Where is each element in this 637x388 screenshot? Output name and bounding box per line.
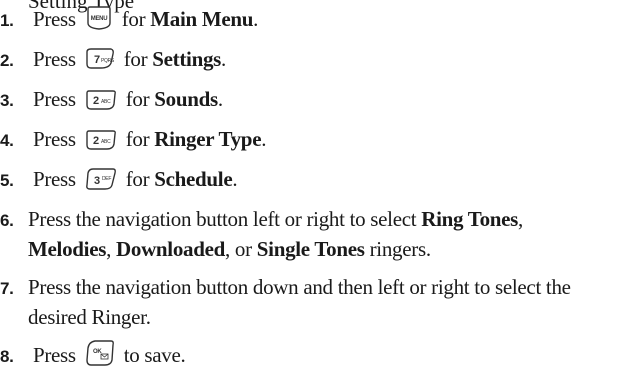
svg-text:PQRS: PQRS [101, 58, 115, 64]
step-1: 1. Press MENU for Main Menu. [0, 4, 637, 36]
ok-key-icon: OK [85, 340, 115, 366]
step-number: 6. [0, 211, 14, 230]
step-6-continued: Melodies, Downloaded, or Single Tones ri… [28, 237, 431, 261]
svg-text:7: 7 [94, 54, 100, 66]
key-2-abc-icon: 2 ABC [85, 130, 117, 150]
step-number: 2. [0, 51, 14, 70]
svg-text:ABC: ABC [101, 139, 111, 145]
svg-text:2: 2 [93, 135, 99, 147]
step-number: 5. [0, 171, 14, 190]
svg-text:DEF: DEF [102, 176, 111, 182]
step-number: 3. [0, 91, 14, 110]
menu-key-icon: MENU [85, 6, 113, 30]
step-number: 7. [0, 279, 14, 298]
svg-text:2: 2 [93, 95, 99, 107]
step-number: 1. [0, 11, 14, 30]
key-7-pqrs-icon: 7 PQRS [85, 48, 115, 70]
step-5: 5. Press 3 DEF for Schedule. [0, 164, 637, 196]
key-2-abc-icon: 2 ABC [85, 90, 117, 110]
step-6: 6. Press the navigation button left or ri… [0, 204, 637, 236]
step-4: 4. Press 2 ABC for Ringer Type. [0, 124, 637, 156]
svg-text:ABC: ABC [101, 99, 111, 105]
step-number: 4. [0, 131, 14, 150]
svg-text:3: 3 [94, 175, 100, 187]
key-3-def-icon: 3 DEF [85, 168, 117, 190]
step-8: 8. Press OK to save. [0, 340, 637, 372]
step-7: 7. Press the navigation button down and t… [0, 272, 637, 304]
step-3: 3. Press 2 ABC for Sounds. [0, 84, 637, 116]
instructions-page: Setting Type 1. Press MENU for Main Menu… [0, 0, 637, 388]
step-number: 8. [0, 347, 14, 366]
step-2: 2. Press 7 PQRS for Settings. [0, 44, 637, 76]
svg-text:MENU: MENU [91, 16, 107, 22]
step-7-continued: desired Ringer. [28, 305, 151, 329]
